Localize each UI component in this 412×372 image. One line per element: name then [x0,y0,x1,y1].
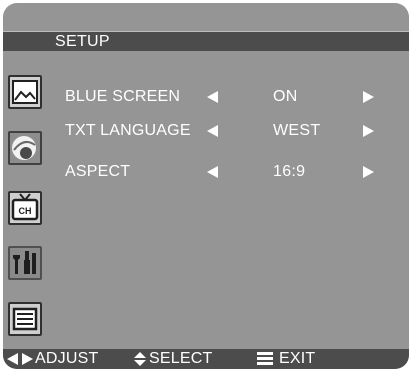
picture-icon[interactable] [8,75,42,109]
setting-row-txt-language[interactable]: TXT LANGUAGE WEST [65,120,385,142]
left-right-arrows-icon [7,353,33,365]
setting-value: WEST [273,122,321,139]
setting-row-blue-screen[interactable]: BLUE SCREEN ON [65,86,385,108]
setting-row-aspect[interactable]: ASPECT 16:9 [65,161,385,183]
setting-label: ASPECT [65,163,131,180]
menu-list-icon[interactable] [8,302,42,336]
setting-label: BLUE SCREEN [65,88,181,105]
right-arrow-icon[interactable] [363,125,374,137]
footer-hint-bar: ADJUST SELECT EXIT [3,349,409,369]
setting-label: TXT LANGUAGE [65,122,191,139]
setup-tools-icon[interactable] [8,246,42,280]
sound-icon[interactable] [8,131,42,165]
left-arrow-icon[interactable] [207,166,218,178]
adjust-hint: ADJUST [35,350,99,367]
select-hint: SELECT [149,350,213,367]
osd-panel: SETUP CH BLUE SCREEN ON TXT LANGUAGE WES… [3,3,409,369]
title-bar: SETUP [3,31,409,51]
page-title: SETUP [55,33,110,50]
setting-value: ON [273,88,298,105]
left-arrow-icon[interactable] [207,125,218,137]
up-down-arrows-icon [134,352,146,366]
svg-text:CH: CH [19,206,32,216]
right-arrow-icon[interactable] [363,166,374,178]
menu-exit-icon [257,352,273,365]
right-arrow-icon[interactable] [363,91,374,103]
left-arrow-icon[interactable] [207,91,218,103]
tv-channel-icon[interactable]: CH [8,191,42,225]
setting-value: 16:9 [273,163,306,180]
exit-hint: EXIT [279,350,316,367]
